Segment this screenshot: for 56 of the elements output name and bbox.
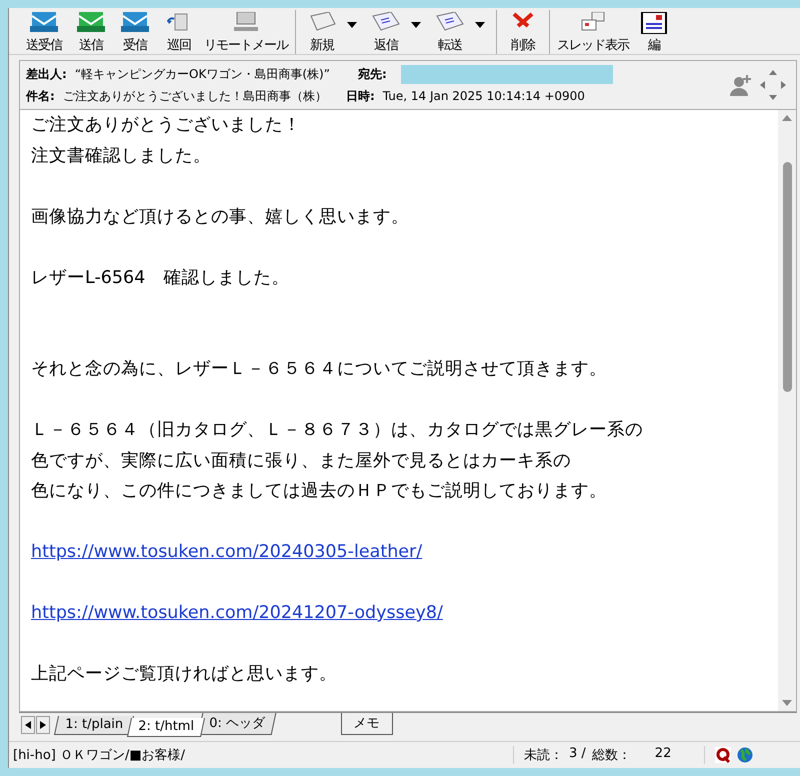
memo-button[interactable]: メモ <box>340 713 393 735</box>
toolbar-button[interactable]: 新規 <box>300 10 364 54</box>
tab[interactable]: 1: t/plain <box>54 716 134 735</box>
tray-icon <box>29 12 59 34</box>
subject-value: ご注文ありがとうございました！島田商事（株） <box>62 88 327 104</box>
toolbar-button[interactable]: 編 <box>632 10 676 54</box>
computer-icon <box>231 12 261 34</box>
toolbar-button[interactable]: スレッド表示 <box>554 10 632 54</box>
tab-scroll-left[interactable] <box>21 716 35 734</box>
url-link[interactable]: https://www.tosuken.com/20240305-leather/ <box>31 542 422 562</box>
tab-scroll-right[interactable] <box>36 716 50 734</box>
body-text-line: ご注文ありがとうございました！ <box>31 114 302 137</box>
body-text-line: レザーL-6564 確認しました。 <box>31 266 290 290</box>
total-label: 総数： <box>592 747 631 764</box>
scroll-down-icon[interactable] <box>781 699 793 707</box>
toolbar-button[interactable]: 送受信 <box>19 10 69 54</box>
body-text-line: 上記ページご覧頂ければと思います。 <box>31 663 338 686</box>
scroll-up-icon[interactable] <box>781 114 793 122</box>
navigation-arrows-icon[interactable] <box>758 68 788 102</box>
subject-label: 件名: <box>26 88 55 104</box>
body-text-line: 画像協力など頂けるとの事、嬉しく思います。 <box>31 206 410 228</box>
folder-path: [hi-ho] ＯＫワゴン/■お客様/ <box>9 746 514 764</box>
unread-count: 3 / <box>569 746 586 763</box>
tab[interactable]: 2: t/html <box>126 718 205 737</box>
body-text-line: それと念の為に、レザーＬ－６５６４についてご説明させて頂きます。 <box>31 358 608 381</box>
body-text-line: Ｌ－６５６４（旧カタログ、Ｌ－８６７３）は、カタログでは黒グレー系の <box>31 419 644 442</box>
toolbar-button[interactable]: 巡回 <box>157 10 201 54</box>
date-value: Tue, 14 Jan 2025 10:14:14 +0900 <box>382 89 585 103</box>
toolbar-button[interactable]: 送信 <box>69 10 113 54</box>
scrollbar-thumb[interactable] <box>782 162 792 392</box>
toolbar-button[interactable]: リモートメール <box>201 10 291 54</box>
tray-icon <box>76 12 106 34</box>
add-contact-icon[interactable] <box>730 74 752 96</box>
mail-window-icon <box>639 12 669 34</box>
q-icon <box>715 747 731 763</box>
body-text-line: 注文書確認しました。 <box>31 144 212 168</box>
dropdown-arrow[interactable] <box>411 22 421 28</box>
right-arrow-icon <box>40 721 46 729</box>
dropdown-arrow[interactable] <box>347 22 357 28</box>
from-label: 差出人: <box>26 66 67 82</box>
to-label: 宛先: <box>358 66 387 82</box>
url-link[interactable]: https://www.tosuken.com/20241207-odyssey8/ <box>31 603 443 623</box>
total-count: 22 <box>654 746 672 763</box>
from-value: “軽キャンピングカーOKワゴン・島田商事(株)” <box>74 66 330 82</box>
tray-icon <box>120 12 150 34</box>
toolbar-button[interactable]: 受信 <box>113 10 157 54</box>
toolbar-button[interactable]: 削除 <box>501 10 545 54</box>
toolbar-button[interactable]: 返信 <box>364 10 428 54</box>
body-text-line: 色になり、この件につきましては過去のＨＰでもご説明しております。 <box>31 480 608 503</box>
body-text-line: 色ですが、実際に広い面積に張り、また屋外で見るとはカーキ系の <box>31 450 572 472</box>
left-arrow-icon <box>25 721 31 729</box>
toolbar-button[interactable]: 転送 <box>428 10 492 54</box>
unread-label: 未読： <box>524 747 563 764</box>
globe-icon <box>737 747 753 763</box>
dropdown-arrow[interactable] <box>475 22 485 28</box>
date-label: 日時: <box>346 88 375 104</box>
